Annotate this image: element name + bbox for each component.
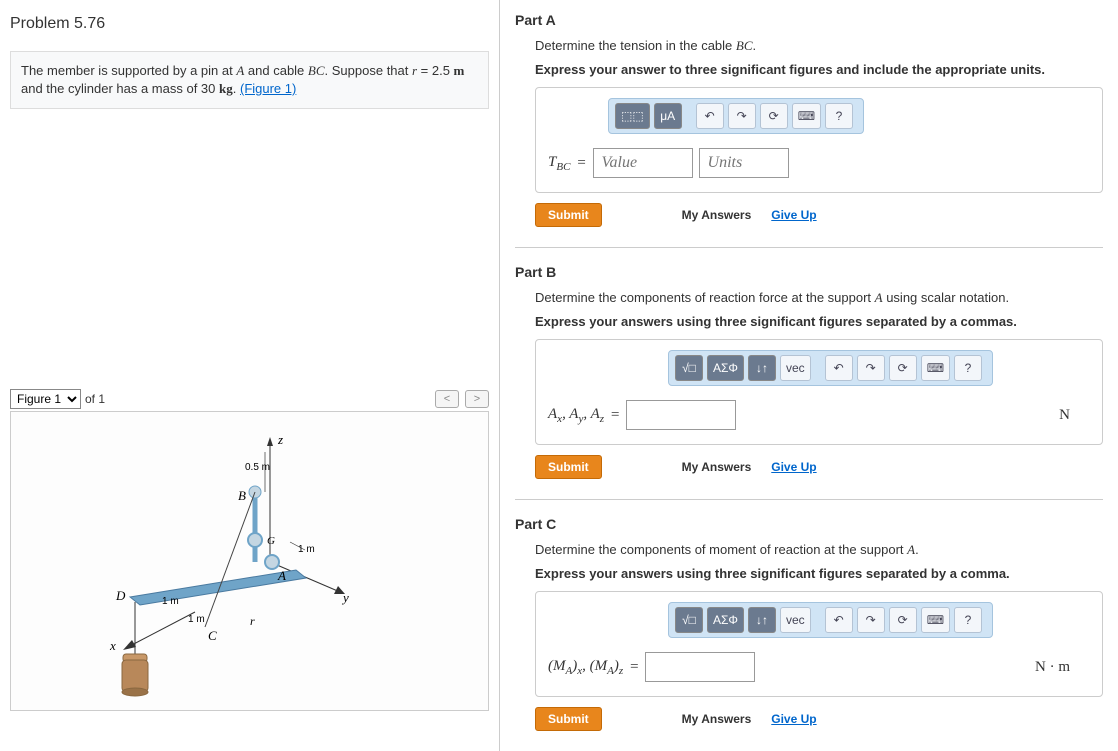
part-b-submit-button[interactable]: Submit [535,455,602,479]
part-c-prompt: Determine the components of moment of re… [535,542,1103,558]
part-c-eq-label: (MA)x, (MA)z [548,658,623,677]
part-b-hint: Express your answers using three signifi… [535,314,1103,329]
part-c-hint: Express your answers using three signifi… [535,566,1103,581]
keyboard-icon[interactable]: ⌨ [921,355,950,381]
part-a-answer-box: ⬚⬚ μA ↶ ↷ ⟳ ⌨ ? TBC = [535,87,1103,193]
help-icon[interactable]: ? [954,607,982,633]
part-c-myanswers[interactable]: My Answers [682,712,752,726]
svg-text:A: A [277,568,286,583]
figure-svg: z y x B A G [80,422,420,711]
figure-box: z y x B A G [10,411,489,711]
svg-text:1 m: 1 m [162,596,179,607]
part-a-label: Part A [515,12,1103,28]
updown-icon[interactable]: ↓↑ [748,607,776,633]
svg-text:G: G [267,535,275,547]
vec-btn[interactable]: vec [780,607,811,633]
vec-btn[interactable]: vec [780,355,811,381]
svg-text:r: r [250,614,255,628]
redo-icon[interactable]: ↷ [857,355,885,381]
sqrt-icon[interactable]: √□ [675,355,703,381]
undo-icon[interactable]: ↶ [825,607,853,633]
part-a-eq-label: TBC [548,154,570,173]
part-b-prompt: Determine the components of reaction for… [535,290,1103,306]
part-a-toolbar: ⬚⬚ μA ↶ ↷ ⟳ ⌨ ? [608,98,864,134]
figure-select[interactable]: Figure 1 [10,389,81,409]
part-a-hint: Express your answer to three significant… [535,62,1103,77]
part-c: Part C Determine the components of momen… [515,516,1103,731]
help-icon[interactable]: ? [954,355,982,381]
part-b-label: Part B [515,264,1103,280]
svg-text:0.5 m: 0.5 m [245,462,270,473]
redo-icon[interactable]: ↷ [728,103,756,129]
figure-prev-button[interactable]: < [435,390,459,408]
svg-text:C: C [208,628,217,643]
part-a: Part A Determine the tension in the cabl… [515,12,1103,227]
part-c-submit-button[interactable]: Submit [535,707,602,731]
part-a-prompt: Determine the tension in the cable BC. [535,38,1103,54]
svg-text:1 m: 1 m [298,544,315,555]
svg-text:y: y [341,590,349,605]
part-a-giveup[interactable]: Give Up [771,208,816,222]
sqrt-icon[interactable]: √□ [675,607,703,633]
part-b-unit: N [1059,407,1090,424]
reset-icon[interactable]: ⟳ [889,355,917,381]
problem-description: The member is supported by a pin at A an… [10,51,489,109]
svg-text:B: B [238,488,246,503]
part-b-answer-box: √□ ΑΣΦ ↓↑ vec ↶ ↷ ⟳ ⌨ ? Ax, Ay, Az = [535,339,1103,445]
svg-text:z: z [277,432,283,447]
greek-btn[interactable]: ΑΣΦ [707,607,744,633]
part-c-toolbar: √□ ΑΣΦ ↓↑ vec ↶ ↷ ⟳ ⌨ ? [668,602,993,638]
part-b-giveup[interactable]: Give Up [771,460,816,474]
part-b-eq-label: Ax, Ay, Az [548,406,604,425]
svg-text:1 m: 1 m [188,614,205,625]
figure-link[interactable]: (Figure 1) [240,81,296,96]
svg-text:x: x [109,638,116,653]
part-c-answer-box: √□ ΑΣΦ ↓↑ vec ↶ ↷ ⟳ ⌨ ? (MA)x, (MA)z = [535,591,1103,697]
problem-title: Problem 5.76 [10,15,489,33]
part-b: Part B Determine the components of react… [515,264,1103,479]
part-c-unit: N · m [1035,659,1090,676]
figure-next-button[interactable]: > [465,390,489,408]
part-c-giveup[interactable]: Give Up [771,712,816,726]
part-b-value-input[interactable] [626,400,736,430]
part-b-toolbar: √□ ΑΣΦ ↓↑ vec ↶ ↷ ⟳ ⌨ ? [668,350,993,386]
templates-icon[interactable]: ⬚⬚ [615,103,650,129]
reset-icon[interactable]: ⟳ [760,103,788,129]
svg-text:D: D [115,588,126,603]
part-b-myanswers[interactable]: My Answers [682,460,752,474]
part-a-units-input[interactable] [699,148,789,178]
help-icon[interactable]: ? [825,103,853,129]
undo-icon[interactable]: ↶ [696,103,724,129]
part-a-value-input[interactable] [593,148,693,178]
figure-count: of 1 [85,392,105,406]
keyboard-icon[interactable]: ⌨ [792,103,821,129]
reset-icon[interactable]: ⟳ [889,607,917,633]
keyboard-icon[interactable]: ⌨ [921,607,950,633]
part-a-myanswers[interactable]: My Answers [682,208,752,222]
redo-icon[interactable]: ↷ [857,607,885,633]
part-c-value-input[interactable] [645,652,755,682]
greek-btn[interactable]: ΑΣΦ [707,355,744,381]
part-a-submit-button[interactable]: Submit [535,203,602,227]
part-c-label: Part C [515,516,1103,532]
units-btn[interactable]: μA [654,103,682,129]
updown-icon[interactable]: ↓↑ [748,355,776,381]
undo-icon[interactable]: ↶ [825,355,853,381]
